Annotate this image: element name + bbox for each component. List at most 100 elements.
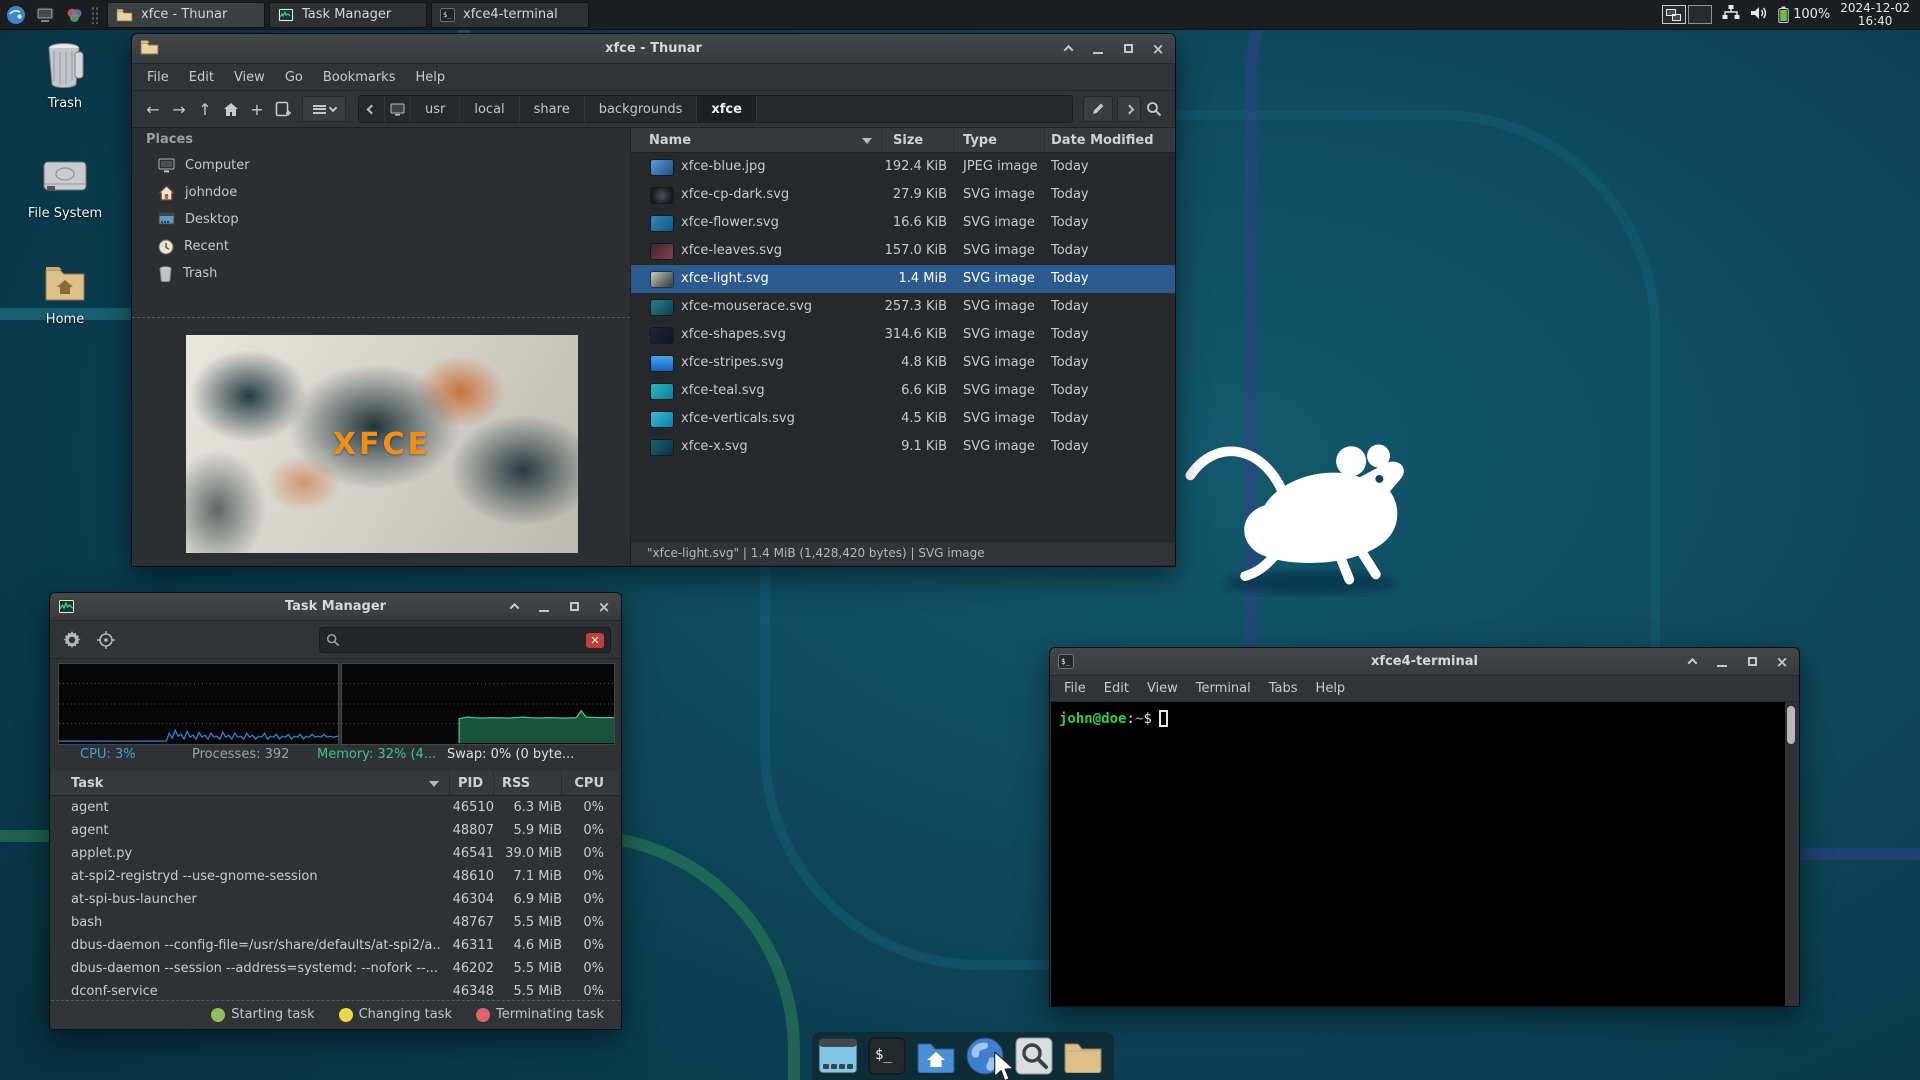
file-row[interactable]: xfce-shapes.svg 314.6 KiB SVG image Toda… (631, 321, 1175, 349)
place-recent[interactable]: Recent (132, 233, 630, 260)
column-header-rss[interactable]: RSS (494, 771, 562, 795)
path-scroll-right-button[interactable] (1117, 96, 1141, 122)
process-row[interactable]: at-spi2-registryd --use-gnome-session 48… (51, 865, 620, 888)
panel-grip[interactable] (91, 5, 99, 24)
process-search-input[interactable] (340, 632, 586, 648)
file-row[interactable]: xfce-cp-dark.svg 27.9 KiB SVG image Toda… (631, 181, 1175, 209)
process-search-box[interactable]: ✕ (319, 627, 611, 653)
terminal-titlebar[interactable]: $_ xfce4-terminal × (1050, 648, 1799, 676)
terminal-content[interactable]: john@doe: ~ $ (1051, 702, 1798, 1006)
desktop-icon-trash[interactable]: Trash (17, 42, 113, 111)
thunar-titlebar[interactable]: xfce - Thunar × (132, 34, 1175, 64)
breadcrumb-usr[interactable]: usr (411, 96, 461, 122)
place-trash[interactable]: Trash (132, 260, 630, 287)
menu-item[interactable]: Edit (179, 70, 224, 85)
clear-search-icon[interactable]: ✕ (586, 632, 604, 648)
back-icon[interactable]: ← (140, 96, 166, 122)
workspace-1[interactable] (1662, 5, 1687, 24)
maximize-button[interactable] (1745, 655, 1759, 669)
menu-item[interactable]: Help (1307, 681, 1355, 696)
rollup-button[interactable] (1685, 655, 1699, 669)
column-header-name[interactable]: Name (631, 128, 883, 152)
close-button[interactable]: × (1151, 41, 1165, 56)
menu-item[interactable]: Bookmarks (313, 70, 406, 85)
close-button[interactable]: × (1775, 654, 1789, 669)
file-row[interactable]: xfce-x.svg 9.1 KiB SVG image Today (631, 433, 1175, 461)
dock-search-icon[interactable] (1012, 1035, 1056, 1077)
sidebar-separator[interactable] (132, 317, 630, 318)
menu-item[interactable]: Help (405, 70, 455, 85)
network-icon[interactable] (1722, 4, 1740, 26)
search-icon[interactable] (1141, 96, 1167, 122)
home-icon[interactable] (218, 96, 244, 122)
forward-icon[interactable]: → (166, 96, 192, 122)
taskbar-item-terminal[interactable]: $_ xfce4-terminal (431, 1, 589, 28)
dock-file-manager-icon[interactable] (1061, 1035, 1105, 1077)
process-row[interactable]: applet.py 46541 39.0 MiB 0% (51, 842, 620, 865)
maximize-button[interactable] (1121, 42, 1135, 56)
file-row[interactable]: xfce-teal.svg 6.6 KiB SVG image Today (631, 377, 1175, 405)
battery-indicator[interactable]: 100% (1778, 6, 1830, 23)
color-profile-icon[interactable] (61, 2, 87, 28)
desktop-icon-home[interactable]: Home (17, 262, 113, 327)
breadcrumb-xfce[interactable]: xfce (697, 96, 757, 122)
process-row[interactable]: agent 48807 5.9 MiB 0% (51, 819, 620, 842)
column-header-date[interactable]: Date Modified (1045, 128, 1175, 152)
path-computer-icon[interactable] (385, 96, 411, 122)
place-computer[interactable]: Computer (132, 152, 630, 179)
edit-path-button[interactable] (1083, 96, 1113, 122)
minimize-button[interactable] (537, 600, 551, 614)
file-row[interactable]: xfce-stripes.svg 4.8 KiB SVG image Today (631, 349, 1175, 377)
taskbar-item-taskmanager[interactable]: Task Manager (269, 1, 427, 28)
file-row[interactable]: xfce-light.svg 1.4 MiB SVG image Today (631, 265, 1175, 293)
taskmanager-titlebar[interactable]: Task Manager × (50, 593, 621, 621)
menu-item[interactable]: File (137, 70, 179, 85)
breadcrumb-share[interactable]: share (520, 96, 585, 122)
file-row[interactable]: xfce-mouserace.svg 257.3 KiB SVG image T… (631, 293, 1175, 321)
process-row[interactable]: dbus-daemon --config-file=/usr/share/def… (51, 934, 620, 957)
minimize-button[interactable] (1091, 42, 1105, 56)
path-scroll-left-icon[interactable] (359, 96, 385, 122)
rollup-button[interactable] (507, 600, 521, 614)
process-row[interactable]: at-spi-bus-launcher 46304 6.9 MiB 0% (51, 888, 620, 911)
dock-terminal-icon[interactable]: $_ (865, 1035, 909, 1077)
taskbar-item-thunar[interactable]: xfce - Thunar (107, 1, 265, 28)
volume-icon[interactable] (1750, 5, 1768, 25)
identify-window-icon[interactable] (94, 628, 118, 652)
applications-menu-icon[interactable] (3, 2, 29, 28)
menu-item[interactable]: View (224, 70, 275, 85)
dock-show-desktop-icon[interactable] (816, 1035, 860, 1077)
menu-item[interactable]: View (1138, 681, 1187, 696)
workspace-switcher[interactable] (1662, 5, 1713, 24)
settings-gear-icon[interactable] (60, 628, 84, 652)
dock-home-folder-icon[interactable] (914, 1035, 958, 1077)
up-icon[interactable]: ↑ (192, 96, 218, 122)
clock[interactable]: 2024-12-02 16:40 (1840, 1, 1910, 28)
place-desktop[interactable]: Desktop (132, 206, 630, 233)
maximize-button[interactable] (567, 600, 581, 614)
file-row[interactable]: xfce-verticals.svg 4.5 KiB SVG image Tod… (631, 405, 1175, 433)
new-folder-icon[interactable]: + (244, 96, 270, 122)
desktop-icon-filesystem[interactable]: File System (17, 156, 113, 221)
menu-item[interactable]: File (1055, 681, 1095, 696)
column-header-type[interactable]: Type (955, 128, 1045, 152)
column-header-cpu[interactable]: CPU (562, 771, 620, 795)
minimize-button[interactable] (1715, 655, 1729, 669)
new-tab-icon[interactable] (270, 96, 296, 122)
menu-item[interactable]: Edit (1095, 681, 1138, 696)
menu-item[interactable]: Tabs (1260, 681, 1307, 696)
menu-item[interactable]: Terminal (1187, 681, 1260, 696)
menu-item[interactable]: Go (275, 70, 313, 85)
column-header-pid[interactable]: PID (450, 771, 494, 795)
column-header-size[interactable]: Size (883, 128, 955, 152)
view-style-button[interactable] (302, 96, 346, 122)
file-row[interactable]: xfce-leaves.svg 157.0 KiB SVG image Toda… (631, 237, 1175, 265)
process-row[interactable]: dbus-daemon --session --address=systemd:… (51, 957, 620, 980)
close-button[interactable]: × (597, 599, 611, 614)
scrollbar-thumb[interactable] (1787, 706, 1795, 744)
place-johndoe[interactable]: johndoe (132, 179, 630, 206)
file-row[interactable]: xfce-blue.jpg 192.4 KiB JPEG image Today (631, 153, 1175, 181)
process-row[interactable]: bash 48767 5.5 MiB 0% (51, 911, 620, 934)
process-row[interactable]: agent 46510 6.3 MiB 0% (51, 796, 620, 819)
workspace-2[interactable] (1688, 5, 1713, 24)
